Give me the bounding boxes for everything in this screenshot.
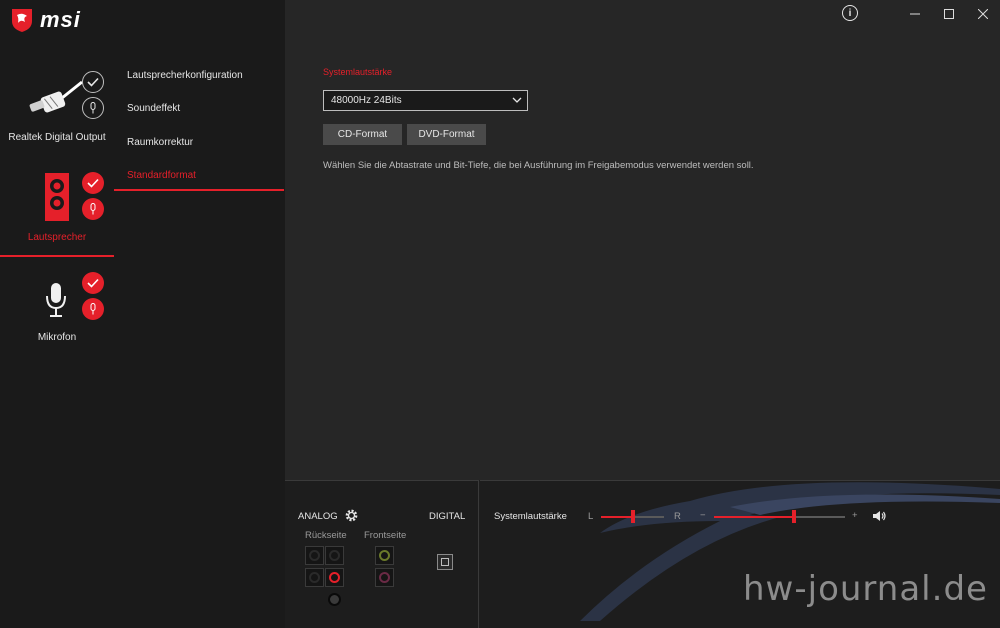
format-description: Wählen Sie die Abtastrate und Bit-Tiefe,… — [323, 160, 754, 171]
balance-slider-fill — [601, 516, 633, 518]
rear-label: Rückseite — [305, 530, 347, 541]
cd-format-button[interactable]: CD-Format — [323, 124, 402, 145]
maximize-icon[interactable] — [932, 0, 966, 28]
active-nav-indicator — [114, 189, 284, 191]
rear-jack[interactable] — [305, 568, 324, 587]
balance-slider-thumb[interactable] — [630, 510, 635, 523]
minimize-icon[interactable] — [898, 0, 932, 28]
device-mikrofon[interactable]: Mikrofon — [0, 270, 114, 350]
volume-panel: hw-journal.de Systemlautstärke L R − + — [480, 480, 1000, 628]
rear-jack-speaker-active[interactable] — [325, 568, 344, 587]
device-lautsprecher[interactable]: Lautsprecher — [0, 170, 114, 250]
section-title: Systemlautstärke — [323, 67, 393, 77]
main-content: Systemlautstärke 48000Hz 24Bits CD-Forma… — [285, 0, 1000, 480]
device-label: Lautsprecher — [27, 232, 87, 243]
dvd-format-button[interactable]: DVD-Format — [407, 124, 486, 145]
dragon-shield-icon — [12, 9, 32, 32]
watermark: hw-journal.de — [743, 569, 988, 609]
msi-logo: msi — [10, 6, 81, 34]
device-label: Realtek Digital Output — [8, 132, 106, 143]
volume-slider-fill — [714, 516, 794, 518]
gear-icon[interactable] — [344, 508, 359, 523]
rear-jack-black[interactable] — [328, 593, 341, 606]
default-communication-mic-icon[interactable] — [82, 97, 104, 119]
info-icon[interactable]: i — [842, 5, 858, 21]
default-device-check-icon[interactable] — [82, 172, 104, 194]
digital-plug-icon — [29, 80, 83, 113]
volume-slider-thumb[interactable] — [791, 510, 796, 523]
system-volume-label: Systemlautstärke — [494, 511, 567, 522]
default-device-check-icon[interactable] — [82, 71, 104, 93]
spdif-port-icon[interactable] — [437, 554, 453, 570]
microphone-icon — [46, 283, 66, 317]
default-device-check-icon[interactable] — [82, 272, 104, 294]
sample-format-select[interactable]: 48000Hz 24Bits — [323, 90, 528, 111]
nav-soundeffekt[interactable]: Soundeffekt — [127, 103, 180, 114]
window-controls — [898, 0, 1000, 28]
front-jack-mic[interactable] — [375, 568, 394, 587]
front-jack-headphone[interactable] — [375, 546, 394, 565]
select-value: 48000Hz 24Bits — [331, 95, 402, 106]
connector-panel: ANALOG DIGITAL Rückseite Frontseite — [285, 480, 479, 628]
rear-jack[interactable] — [305, 546, 324, 565]
active-device-indicator — [0, 255, 114, 257]
nav-raumkorrektur[interactable]: Raumkorrektur — [127, 137, 193, 148]
rear-jack[interactable] — [325, 546, 344, 565]
front-label: Frontseite — [364, 530, 407, 541]
analog-label: ANALOG — [298, 511, 338, 522]
nav-lautsprecherkonfiguration[interactable]: Lautsprecherkonfiguration — [127, 70, 243, 81]
close-icon[interactable] — [966, 0, 1000, 28]
default-communication-mic-icon[interactable] — [82, 298, 104, 320]
device-label: Mikrofon — [37, 332, 77, 343]
device-realtek-digital-output[interactable]: Realtek Digital Output — [0, 70, 114, 150]
volume-minus[interactable]: − — [700, 510, 706, 521]
volume-plus[interactable]: + — [852, 510, 858, 521]
balance-left-label: L — [588, 511, 594, 522]
speaker-icon — [45, 173, 69, 221]
nav-standardformat[interactable]: Standardformat — [127, 170, 196, 181]
device-sidebar: msi Realtek Digital Output Lautsprecher … — [0, 0, 114, 628]
default-communication-mic-icon[interactable] — [82, 198, 104, 220]
balance-right-label: R — [674, 511, 681, 522]
brand-name: msi — [40, 7, 81, 32]
digital-label: DIGITAL — [429, 511, 466, 522]
speaker-volume-icon[interactable] — [872, 510, 886, 522]
settings-nav: Lautsprecherkonfiguration Soundeffekt Ra… — [114, 0, 285, 628]
chevron-down-icon — [512, 97, 522, 103]
